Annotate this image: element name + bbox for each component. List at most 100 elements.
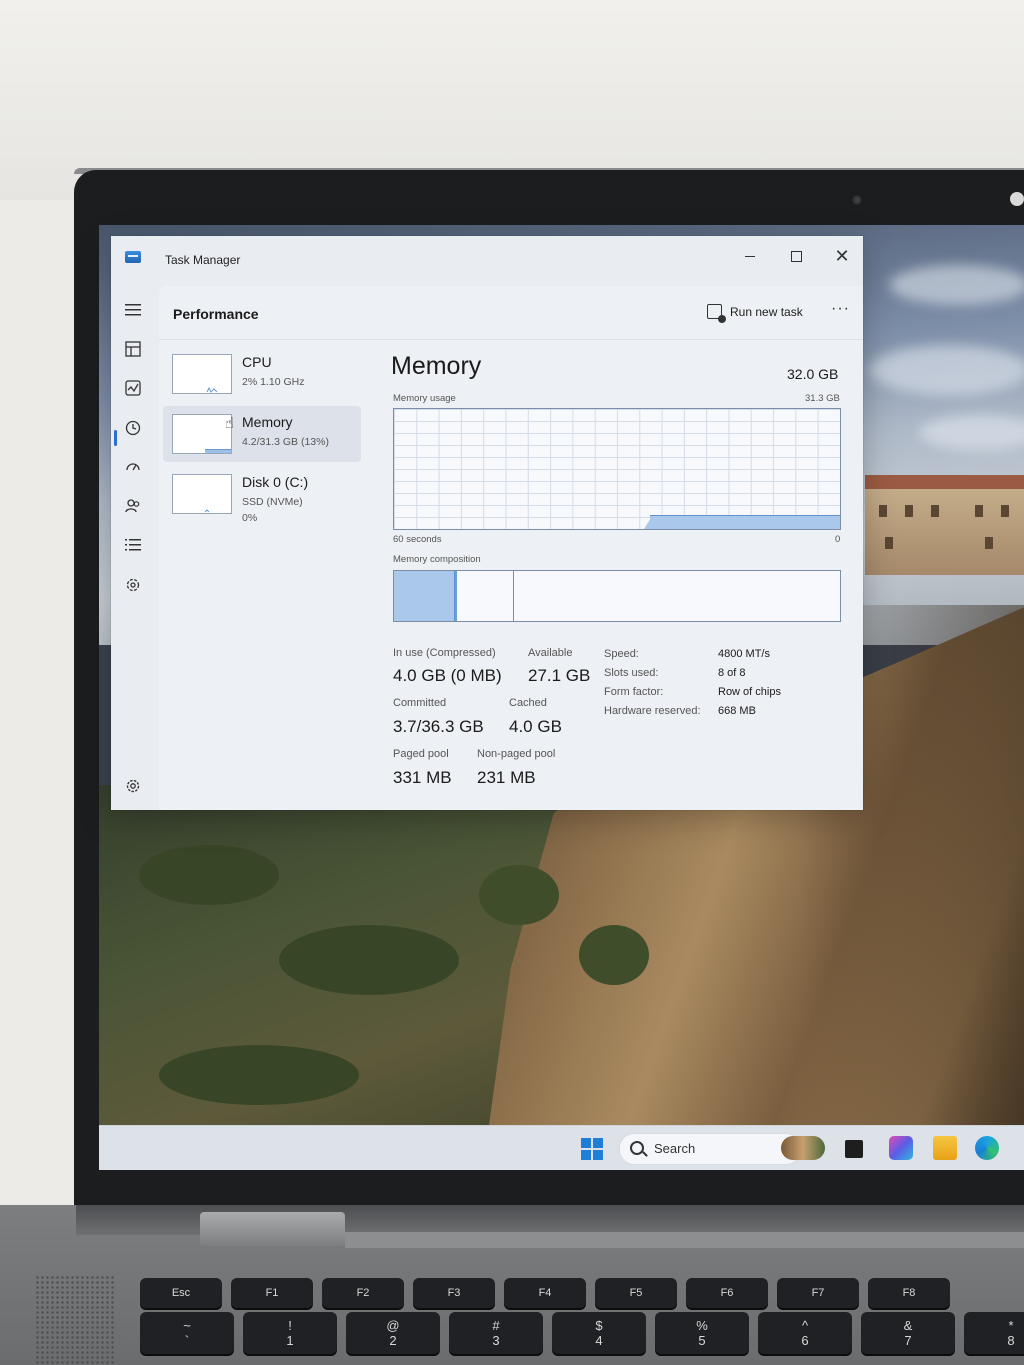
key-shift-glyph: ~ bbox=[183, 1318, 191, 1333]
nav-performance[interactable] bbox=[121, 376, 145, 400]
task-manager-window: Task Manager ✕ Performance Run new task … bbox=[111, 236, 863, 810]
cpu-thumbnail-graph bbox=[172, 354, 232, 394]
key-glyph: 6 bbox=[801, 1333, 809, 1348]
processes-icon bbox=[125, 341, 141, 357]
nav-settings[interactable] bbox=[121, 774, 145, 798]
nav-app-history[interactable] bbox=[121, 416, 145, 440]
key-2[interactable]: @2 bbox=[346, 1312, 440, 1354]
composition-standby[interactable] bbox=[457, 571, 514, 621]
key-f8[interactable]: F8 bbox=[868, 1278, 950, 1308]
composition-free[interactable] bbox=[514, 571, 840, 621]
start-button[interactable] bbox=[581, 1138, 603, 1160]
key-1[interactable]: ! 1 bbox=[243, 1312, 337, 1354]
town-window bbox=[975, 505, 983, 517]
search-icon bbox=[630, 1141, 644, 1155]
close-button[interactable]: ✕ bbox=[819, 242, 865, 270]
number-key-row: ~ `! 1 @2 #3 $4% 5 ^ 6 & 7 * 8 bbox=[140, 1312, 1024, 1354]
file-explorer-icon[interactable] bbox=[933, 1136, 957, 1160]
header-divider bbox=[159, 339, 863, 340]
run-task-icon bbox=[707, 304, 726, 323]
key-esc[interactable]: Esc bbox=[140, 1278, 222, 1308]
cloud bbox=[889, 265, 1024, 305]
minimize-button[interactable] bbox=[727, 242, 773, 270]
nav-users[interactable] bbox=[121, 494, 145, 518]
key-shift-glyph: @ bbox=[386, 1318, 400, 1333]
nav-services[interactable] bbox=[121, 573, 145, 597]
more-options-button[interactable]: ··· bbox=[831, 300, 850, 318]
non-paged-pool-label: Non-paged pool bbox=[477, 748, 556, 760]
memory-heading: Memory bbox=[391, 352, 482, 380]
key-shift-glyph: $ bbox=[595, 1318, 603, 1333]
edge-browser-icon[interactable] bbox=[975, 1136, 999, 1160]
taskbar: Search bbox=[99, 1125, 1024, 1170]
windows-logo-icon bbox=[581, 1150, 591, 1160]
key-7[interactable]: & 7 bbox=[861, 1312, 955, 1354]
paged-pool-value: 331 MB bbox=[393, 768, 452, 787]
key-f3[interactable]: F3 bbox=[413, 1278, 495, 1308]
hinge-block bbox=[200, 1212, 345, 1246]
town-window bbox=[931, 505, 939, 517]
key-glyph: 7 bbox=[904, 1333, 912, 1348]
memory-usage-label: Memory usage bbox=[393, 393, 456, 404]
memory-thumbnail-graph bbox=[172, 414, 232, 454]
spec-hw-reserved-label: Hardware reserved: bbox=[604, 705, 701, 717]
window-title: Task Manager bbox=[165, 253, 241, 267]
graph-time-label: 60 seconds bbox=[393, 534, 442, 545]
perf-item-detail: SSD (NVMe) bbox=[242, 496, 303, 508]
perf-item-cpu[interactable]: CPU 2% 1.10 GHz bbox=[163, 346, 361, 402]
trees bbox=[579, 925, 649, 985]
cached-value: 4.0 GB bbox=[509, 717, 562, 736]
search-label: Search bbox=[654, 1141, 696, 1156]
non-paged-pool-value: 231 MB bbox=[477, 768, 536, 787]
key-f1[interactable]: F1 bbox=[231, 1278, 313, 1308]
key-shift-glyph: * bbox=[1008, 1318, 1014, 1333]
key-6[interactable]: ^ 6 bbox=[758, 1312, 852, 1354]
key-8[interactable]: * 8 bbox=[964, 1312, 1024, 1354]
taskbar-search[interactable]: Search bbox=[619, 1133, 801, 1165]
memory-composition-label: Memory composition bbox=[393, 554, 481, 565]
key-glyph: ` bbox=[184, 1333, 190, 1348]
windows-logo-icon bbox=[593, 1138, 603, 1148]
spec-form-factor-value: Row of chips bbox=[718, 686, 781, 698]
key-glyph: 1 bbox=[286, 1333, 294, 1348]
key-`[interactable]: ~ ` bbox=[140, 1312, 234, 1354]
copilot-icon[interactable] bbox=[889, 1136, 913, 1160]
key-f5[interactable]: F5 bbox=[595, 1278, 677, 1308]
maximize-button[interactable] bbox=[773, 242, 819, 270]
key-f4[interactable]: F4 bbox=[504, 1278, 586, 1308]
run-new-task-button[interactable]: Run new task bbox=[707, 304, 803, 323]
trees bbox=[139, 845, 279, 905]
key-5[interactable]: % 5 bbox=[655, 1312, 749, 1354]
key-3[interactable]: #3 bbox=[449, 1312, 543, 1354]
search-highlight-icon[interactable] bbox=[781, 1136, 825, 1160]
performance-icon bbox=[125, 380, 141, 396]
nav-processes[interactable] bbox=[121, 337, 145, 361]
perf-item-memory[interactable]: ☝ Memory 4.2/31.3 GB (13%) bbox=[163, 406, 361, 462]
perf-item-name: Memory bbox=[242, 414, 293, 430]
spec-slots-value: 8 of 8 bbox=[718, 667, 746, 679]
key-4[interactable]: $4 bbox=[552, 1312, 646, 1354]
hand-cursor-icon: ☝ bbox=[225, 415, 235, 432]
nav-details[interactable] bbox=[121, 533, 145, 557]
key-f7[interactable]: F7 bbox=[777, 1278, 859, 1308]
nav-startup-apps[interactable] bbox=[121, 454, 145, 478]
key-f6[interactable]: F6 bbox=[686, 1278, 768, 1308]
windows-logo-icon bbox=[581, 1138, 591, 1148]
perf-item-detail: 2% 1.10 GHz bbox=[242, 376, 305, 388]
perf-item-disk[interactable]: Disk 0 (C:) SSD (NVMe) 0% bbox=[163, 466, 361, 530]
key-f2[interactable]: F2 bbox=[322, 1278, 404, 1308]
nav-menu-button[interactable] bbox=[121, 298, 145, 322]
speaker-grille bbox=[35, 1275, 115, 1365]
trees bbox=[279, 925, 459, 995]
key-shift-glyph: # bbox=[492, 1318, 500, 1333]
composition-in-use[interactable] bbox=[394, 571, 455, 621]
page-title: Performance bbox=[173, 306, 259, 322]
town-window bbox=[985, 537, 993, 549]
task-view-icon[interactable] bbox=[845, 1140, 863, 1158]
town-window bbox=[885, 537, 893, 549]
wallpaper-town bbox=[865, 475, 1024, 575]
town-window bbox=[879, 505, 887, 517]
key-glyph: 5 bbox=[698, 1333, 706, 1348]
committed-label: Committed bbox=[393, 697, 447, 709]
spec-hw-reserved-value: 668 MB bbox=[718, 705, 756, 717]
